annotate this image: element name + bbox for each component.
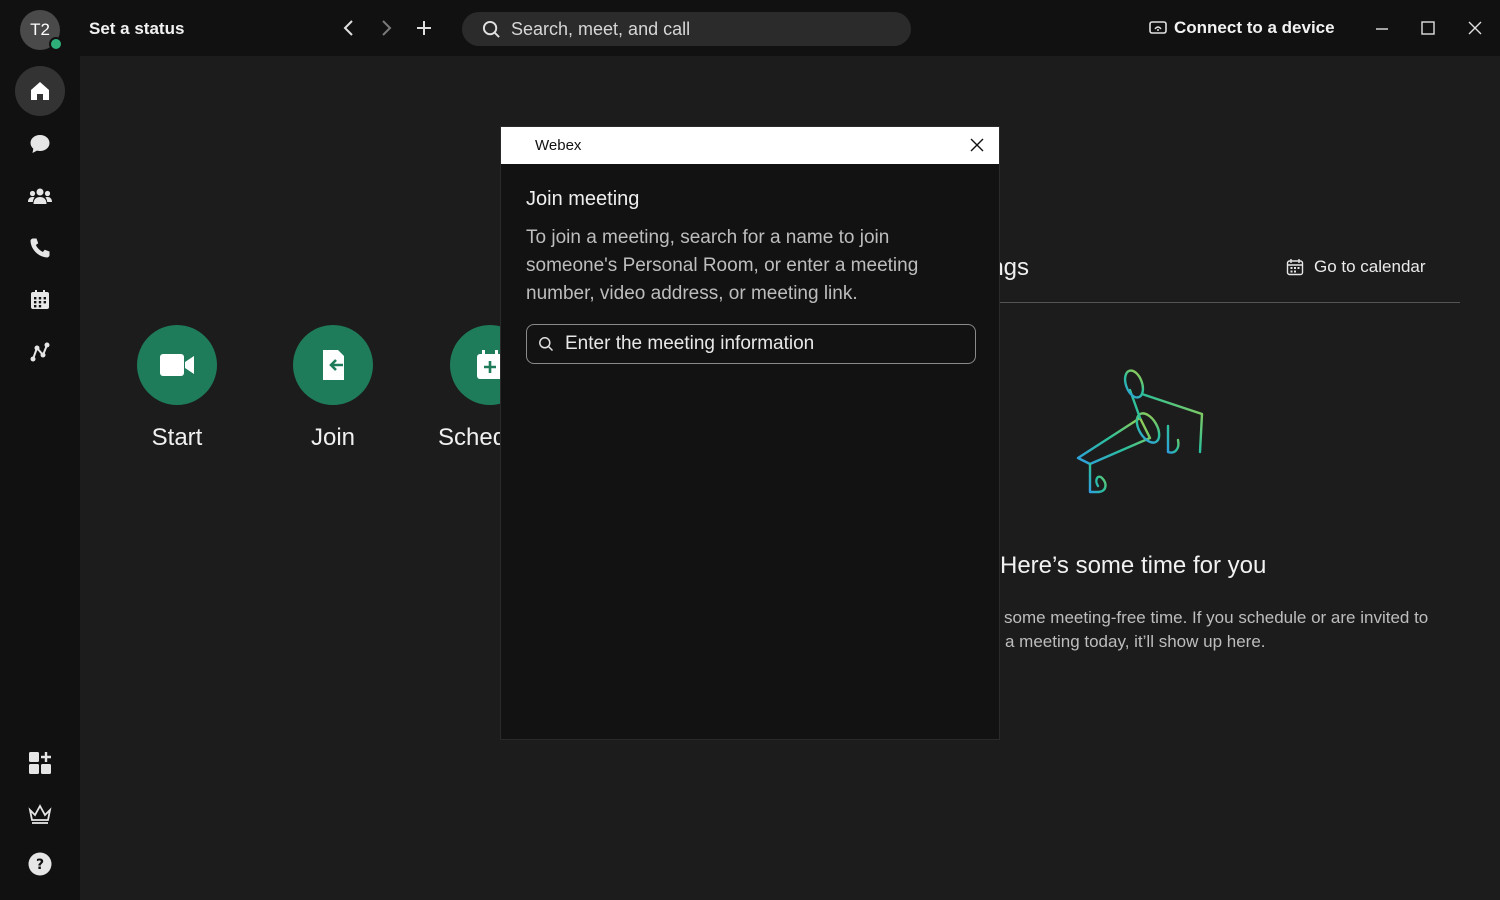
sidebar-item-upgrade[interactable] bbox=[15, 789, 65, 839]
minimize-button[interactable] bbox=[1370, 16, 1394, 40]
chat-icon bbox=[30, 135, 50, 153]
join-meeting-button[interactable] bbox=[293, 325, 373, 405]
phone-icon bbox=[30, 238, 50, 258]
add-apps-icon bbox=[29, 752, 51, 774]
sidebar-item-messaging[interactable] bbox=[15, 119, 65, 169]
sidebar-item-home[interactable] bbox=[15, 66, 65, 116]
help-icon: ? bbox=[28, 852, 52, 876]
sidebar-item-teams[interactable] bbox=[15, 171, 65, 221]
avatar[interactable]: T2 bbox=[20, 10, 63, 51]
dialog-description: To join a meeting, search for a name to … bbox=[526, 227, 919, 304]
chevron-right-icon bbox=[382, 20, 392, 36]
search-input[interactable]: Search, meet, and call bbox=[462, 12, 911, 46]
avatar-initials: T2 bbox=[30, 20, 50, 39]
sidebar: ? bbox=[0, 56, 80, 900]
calendar-small-icon bbox=[1286, 259, 1304, 276]
search-placeholder: Search, meet, and call bbox=[511, 18, 691, 39]
dialog-close-button[interactable] bbox=[967, 135, 987, 155]
home-icon bbox=[31, 82, 49, 100]
go-to-calendar-link[interactable]: Go to calendar bbox=[1286, 257, 1426, 277]
set-status-button[interactable]: Set a status bbox=[89, 19, 184, 39]
connect-device-label: Connect to a device bbox=[1174, 18, 1335, 37]
close-window-button[interactable] bbox=[1463, 16, 1487, 40]
empty-state-title: Here’s some time for you bbox=[1000, 552, 1267, 579]
search-icon bbox=[482, 20, 500, 38]
sidebar-item-connections[interactable] bbox=[15, 327, 65, 377]
schedule-label: Sched bbox=[438, 424, 500, 451]
maximize-icon bbox=[1421, 21, 1435, 35]
start-label: Start bbox=[151, 424, 203, 451]
back-button[interactable] bbox=[336, 15, 362, 41]
crown-icon bbox=[28, 804, 52, 824]
go-to-calendar-label: Go to calendar bbox=[1314, 257, 1426, 276]
presence-indicator bbox=[49, 37, 63, 51]
device-icon bbox=[1149, 21, 1167, 34]
top-bar: T2 Set a status Search, meet, and call C… bbox=[0, 0, 1500, 56]
graph-icon bbox=[30, 342, 50, 362]
close-icon bbox=[970, 138, 984, 152]
sidebar-item-help[interactable]: ? bbox=[15, 839, 65, 889]
megaphone-illustration-icon bbox=[1076, 369, 1204, 494]
minimize-icon bbox=[1376, 28, 1388, 30]
dialog-heading: Join meeting bbox=[526, 188, 640, 210]
svg-text:?: ? bbox=[36, 857, 44, 873]
start-meeting-button[interactable] bbox=[137, 325, 217, 405]
dialog-titlebar: Webex bbox=[501, 127, 999, 164]
join-label: Join bbox=[310, 424, 356, 451]
sidebar-item-calling[interactable] bbox=[15, 223, 65, 273]
people-icon bbox=[28, 188, 52, 204]
search-icon bbox=[539, 337, 554, 352]
sidebar-item-meetings[interactable] bbox=[15, 275, 65, 325]
dialog-window-title: Webex bbox=[535, 137, 582, 154]
chevron-left-icon bbox=[343, 20, 353, 36]
video-icon bbox=[160, 354, 194, 376]
new-button[interactable] bbox=[411, 15, 437, 41]
join-icon bbox=[323, 350, 344, 380]
close-icon bbox=[1468, 21, 1482, 35]
plus-icon bbox=[417, 21, 431, 35]
join-meeting-dialog: Webex Join meeting To join a meeting, se… bbox=[500, 126, 1000, 740]
empty-state-line-2: a meeting today, it’ll show up here. bbox=[1005, 632, 1266, 651]
meeting-info-input[interactable]: Enter the meeting information bbox=[526, 324, 976, 364]
forward-button[interactable] bbox=[373, 15, 399, 41]
calendar-icon bbox=[31, 290, 49, 309]
empty-state-line-1: some meeting-free time. If you schedule … bbox=[1004, 608, 1429, 627]
meetings-divider bbox=[990, 302, 1460, 303]
meeting-info-placeholder: Enter the meeting information bbox=[565, 333, 815, 354]
empty-state-description: some meeting-free time. If you schedule … bbox=[1004, 606, 1454, 654]
connect-device-button[interactable]: Connect to a device bbox=[1149, 18, 1335, 38]
maximize-button[interactable] bbox=[1416, 16, 1440, 40]
sidebar-item-apps[interactable] bbox=[15, 739, 65, 789]
